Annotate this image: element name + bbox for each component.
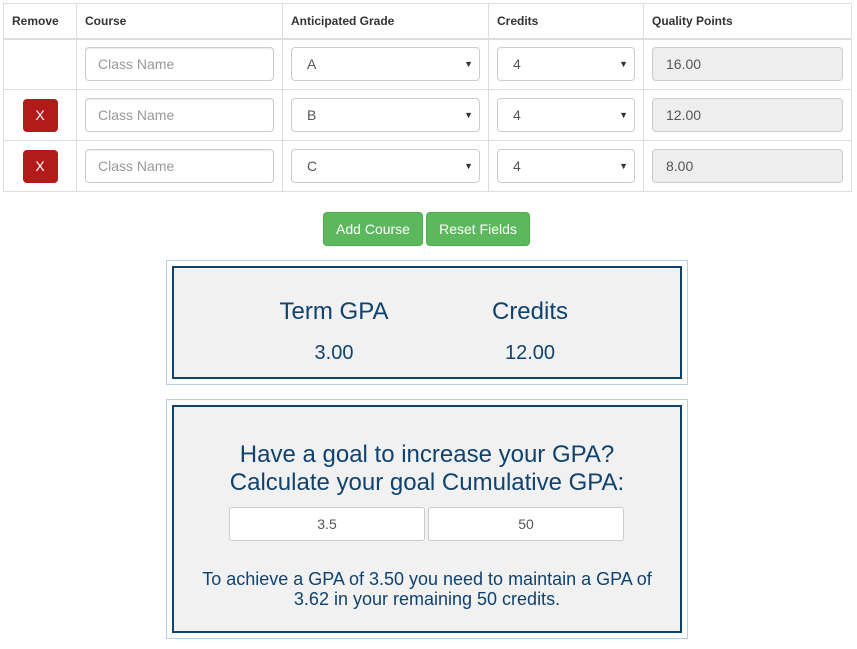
- remove-cell: [3, 38, 77, 90]
- remove-cell: X: [3, 89, 77, 141]
- caret-down-icon: ▼: [464, 161, 473, 171]
- grade-select[interactable]: B ▼: [291, 98, 480, 132]
- credits-select-value: 4: [513, 56, 521, 73]
- goal-gpa-input[interactable]: 3.5: [229, 507, 425, 541]
- grade-select[interactable]: C ▼: [291, 149, 480, 183]
- goal-result-text: To achieve a GPA of 3.50 you need to mai…: [194, 569, 660, 609]
- table-header-row: Remove Course Anticipated Grade Credits …: [3, 3, 852, 40]
- grade-cell: C ▼: [282, 140, 489, 192]
- credits-cell: 4 ▼: [488, 140, 644, 192]
- course-table: Remove Course Anticipated Grade Credits …: [3, 3, 852, 192]
- add-course-button[interactable]: Add Course: [323, 212, 423, 246]
- credits-cell: 4 ▼: [488, 89, 644, 141]
- class-name-input[interactable]: [85, 98, 274, 132]
- header-quality-points: Quality Points: [643, 3, 852, 40]
- caret-down-icon: ▼: [464, 59, 473, 70]
- grade-cell: A ▼: [282, 38, 489, 90]
- remove-row-button[interactable]: X: [22, 98, 58, 132]
- remove-cell: X: [3, 140, 77, 192]
- goal-heading: Have a goal to increase your GPA? Calcul…: [174, 441, 680, 497]
- quality-points-cell: 16.00: [643, 38, 852, 90]
- term-gpa-panel-inner: Term GPA Credits 3.00 12.00: [172, 266, 682, 379]
- grade-select-value: A: [307, 56, 317, 73]
- table-row: XC▼4▼8.00: [3, 140, 852, 192]
- credits-select[interactable]: 4 ▼: [497, 47, 635, 82]
- caret-down-icon: ▼: [619, 161, 628, 171]
- caret-down-icon: ▼: [619, 110, 628, 120]
- table-row: XB▼4▼12.00: [3, 89, 852, 141]
- header-remove: Remove: [3, 3, 77, 40]
- header-course: Course: [76, 3, 283, 40]
- credits-value: 12.00: [504, 342, 556, 364]
- table-row: A▼4▼16.00: [3, 38, 852, 90]
- course-cell: [76, 89, 283, 141]
- quality-points-field: 12.00: [652, 98, 843, 132]
- quality-points-field: 8.00: [652, 149, 843, 183]
- goal-gpa-panel: Have a goal to increase your GPA? Calcul…: [166, 399, 688, 639]
- class-name-input[interactable]: [85, 47, 274, 82]
- caret-down-icon: ▼: [619, 59, 628, 70]
- caret-down-icon: ▼: [464, 110, 473, 120]
- quality-points-cell: 8.00: [643, 140, 852, 192]
- course-rows: A▼4▼16.00XB▼4▼12.00XC▼4▼8.00: [3, 38, 852, 192]
- credits-select-value: 4: [513, 158, 521, 174]
- goal-gpa-panel-inner: Have a goal to increase your GPA? Calcul…: [172, 405, 682, 633]
- class-name-input[interactable]: [85, 149, 274, 183]
- credits-select[interactable]: 4 ▼: [497, 149, 635, 183]
- term-gpa-label: Term GPA: [279, 298, 389, 325]
- remaining-credits-input[interactable]: 50: [428, 507, 624, 541]
- header-grade: Anticipated Grade: [282, 3, 489, 40]
- quality-points-field: 16.00: [652, 47, 843, 82]
- grade-cell: B ▼: [282, 89, 489, 141]
- remove-row-button[interactable]: X: [22, 149, 58, 183]
- course-cell: [76, 38, 283, 90]
- goal-heading-line1: Have a goal to increase your GPA?: [239, 441, 615, 468]
- credits-cell: 4 ▼: [488, 38, 644, 90]
- grade-select-value: B: [307, 107, 317, 123]
- grade-select-value: C: [307, 158, 318, 174]
- credits-label: Credits: [491, 298, 569, 325]
- header-credits: Credits: [488, 3, 644, 40]
- quality-points-cell: 12.00: [643, 89, 852, 141]
- grade-select[interactable]: A ▼: [291, 47, 480, 82]
- course-cell: [76, 140, 283, 192]
- credits-select-value: 4: [513, 107, 521, 123]
- term-gpa-panel: Term GPA Credits 3.00 12.00: [166, 260, 688, 385]
- goal-heading-line2: Calculate your goal Cumulative GPA:: [229, 469, 625, 496]
- term-gpa-value: 3.00: [314, 342, 354, 364]
- reset-fields-button[interactable]: Reset Fields: [426, 212, 530, 246]
- goal-result-line2: 3.62 in your remaining 50 credits.: [293, 589, 561, 609]
- goal-result-line1: To achieve a GPA of 3.50 you need to mai…: [202, 569, 652, 589]
- credits-select[interactable]: 4 ▼: [497, 98, 635, 132]
